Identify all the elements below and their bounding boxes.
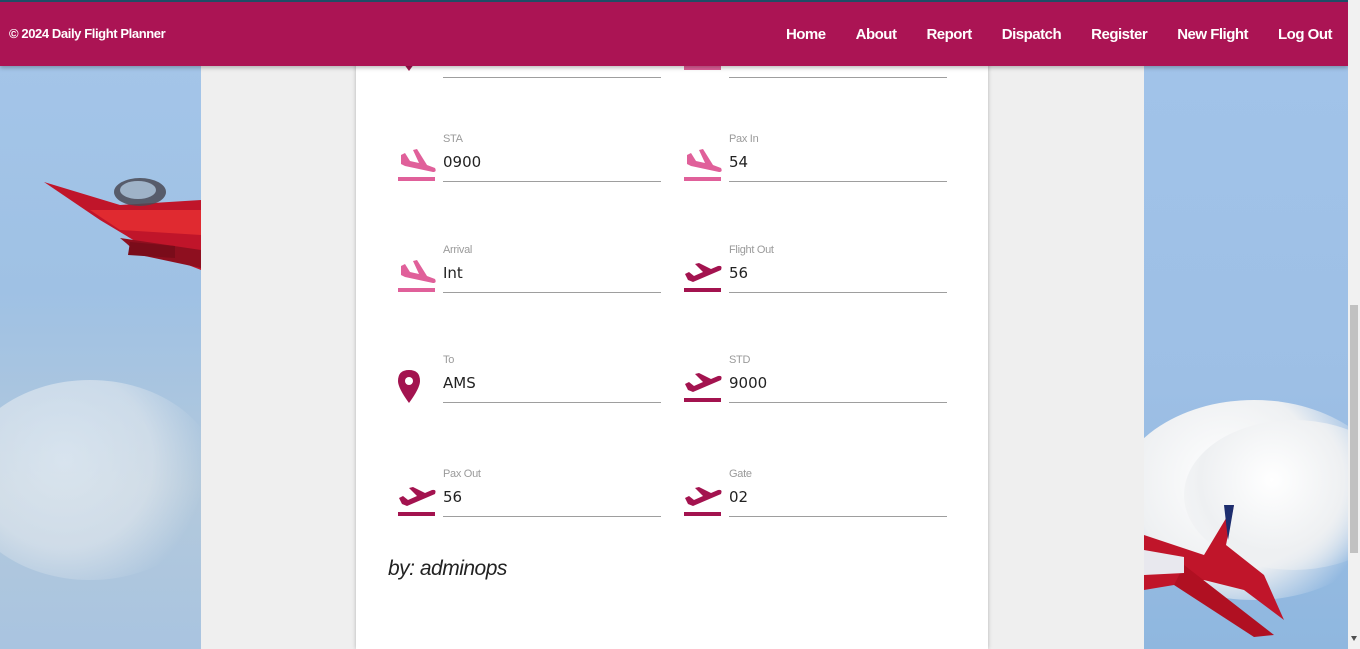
flight-takeoff-icon bbox=[684, 487, 722, 516]
nav-link-about[interactable]: About bbox=[856, 26, 897, 43]
nav-links: Home About Report Dispatch Register New … bbox=[756, 26, 1333, 43]
pax-out-label: Pax Out bbox=[443, 468, 481, 480]
gate-label: Gate bbox=[729, 468, 752, 480]
background-sky-left bbox=[0, 0, 201, 649]
flight-takeoff-icon bbox=[684, 263, 722, 292]
pax-out-field: Pax Out 56 bbox=[397, 468, 661, 528]
sta-label: STA bbox=[443, 133, 463, 145]
pax-out-input[interactable]: 56 bbox=[443, 482, 661, 517]
flight-out-input[interactable]: 56 bbox=[729, 258, 947, 293]
flight-out-label: Flight Out bbox=[729, 244, 774, 256]
arrival-field: Arrival Int bbox=[397, 244, 661, 304]
pax-in-input[interactable]: 54 bbox=[729, 147, 947, 182]
flight-land-icon bbox=[684, 66, 721, 70]
sta-input[interactable]: 0900 bbox=[443, 147, 661, 182]
arrival-label: Arrival bbox=[443, 244, 473, 256]
scrollbar-thumb[interactable] bbox=[1350, 305, 1358, 553]
nav-link-home[interactable]: Home bbox=[786, 26, 826, 43]
flight-out-field: Flight Out 56 bbox=[683, 244, 947, 304]
pax-in-label: Pax In bbox=[729, 133, 759, 145]
std-field: STD 9000 bbox=[683, 354, 947, 414]
flight-land-icon bbox=[398, 149, 436, 181]
field-underline bbox=[443, 77, 661, 78]
gate-input[interactable]: 02 bbox=[729, 482, 947, 517]
location-pin-icon bbox=[398, 370, 420, 403]
nav-link-new-flight[interactable]: New Flight bbox=[1177, 26, 1248, 43]
navbar: © 2024 Daily Flight Planner Home About R… bbox=[0, 0, 1348, 66]
background-sky-right bbox=[1144, 0, 1348, 649]
brand-copyright: © 2024 Daily Flight Planner bbox=[9, 26, 166, 41]
gate-field: Gate 02 bbox=[683, 468, 947, 528]
jet-image-left bbox=[44, 178, 201, 270]
flight-takeoff-icon bbox=[684, 373, 722, 402]
byline: by: adminops bbox=[388, 557, 507, 580]
std-input[interactable]: 9000 bbox=[729, 368, 947, 403]
field-underline bbox=[729, 77, 947, 78]
flight-form-card bbox=[356, 0, 988, 649]
pax-in-field: Pax In 54 bbox=[683, 133, 947, 193]
arrival-input[interactable]: Int bbox=[443, 258, 661, 293]
flight-takeoff-icon bbox=[398, 487, 436, 516]
std-label: STD bbox=[729, 354, 751, 366]
nav-link-log-out[interactable]: Log Out bbox=[1278, 26, 1332, 43]
to-label: To bbox=[443, 354, 455, 366]
to-input[interactable]: AMS bbox=[443, 368, 661, 403]
sta-field: STA 0900 bbox=[397, 133, 661, 193]
vertical-scrollbar[interactable] bbox=[1348, 0, 1360, 649]
nav-link-report[interactable]: Report bbox=[926, 26, 972, 43]
flight-land-icon bbox=[684, 149, 722, 181]
nav-link-register[interactable]: Register bbox=[1091, 26, 1148, 43]
jet-image-right bbox=[1144, 505, 1284, 637]
scroll-down-arrow-icon[interactable] bbox=[1351, 636, 1357, 641]
to-field: To AMS bbox=[397, 354, 661, 414]
nav-link-dispatch[interactable]: Dispatch bbox=[1002, 26, 1062, 43]
flight-land-icon bbox=[398, 260, 436, 292]
